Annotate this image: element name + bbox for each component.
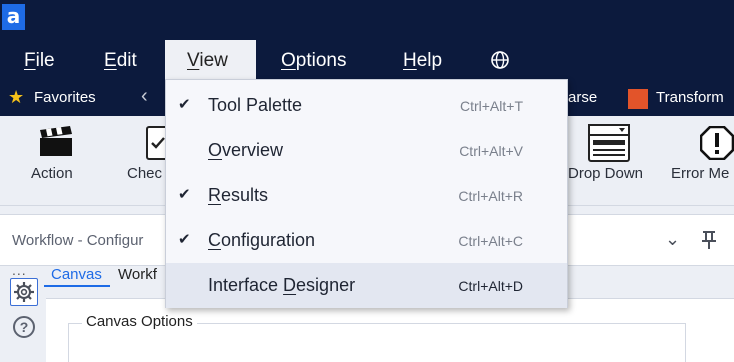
dropdown-tool[interactable]: Drop Down — [566, 116, 656, 206]
pane-title: Workflow - Configur — [12, 232, 144, 249]
settings-button[interactable] — [10, 278, 38, 306]
scroll-left-icon[interactable]: ‹ — [141, 85, 148, 108]
menu-item-tool-palette[interactable]: ✔ Tool Palette Ctrl+Alt+T — [166, 83, 567, 128]
menu-view[interactable]: View — [165, 40, 256, 80]
menu-item-shortcut: Ctrl+Alt+C — [458, 233, 523, 249]
view-menu-dropdown: ✔ Tool Palette Ctrl+Alt+T Overview Ctrl+… — [165, 79, 568, 308]
menu-item-label: Overview — [208, 140, 284, 160]
tab-canvas-indicator — [44, 285, 110, 287]
error-icon — [700, 126, 734, 160]
title-bar: a — [0, 0, 734, 40]
menu-item-label: Interface Designer — [208, 275, 356, 295]
tab-canvas[interactable]: Canvas — [51, 266, 102, 283]
transform-tab[interactable]: Transform — [656, 89, 724, 106]
check-label: Chec — [127, 165, 163, 182]
check-tool[interactable]: Chec — [124, 116, 168, 206]
pin-icon[interactable] — [698, 229, 720, 251]
star-icon: ★ — [8, 87, 25, 107]
help-icon[interactable]: ? — [13, 316, 35, 338]
menu-bar: File Edit View Options Help — [0, 40, 734, 80]
gear-icon — [14, 282, 34, 302]
menu-item-shortcut: Ctrl+Alt+D — [458, 278, 523, 294]
globe-icon[interactable] — [490, 50, 510, 70]
menu-item-shortcut: Ctrl+Alt+R — [458, 188, 523, 204]
menu-help[interactable]: Help — [403, 40, 442, 80]
clapperboard-icon — [40, 126, 72, 156]
menu-item-configuration[interactable]: ✔ Configuration Ctrl+Alt+C — [166, 218, 567, 263]
dropdown-icon — [588, 124, 630, 162]
parse-tab[interactable]: arse — [568, 89, 597, 106]
menu-item-shortcut: Ctrl+Alt+T — [459, 98, 523, 114]
check-icon: ✔ — [178, 186, 191, 203]
canvas-options-heading: Canvas Options — [82, 313, 197, 330]
menu-item-overview[interactable]: Overview Ctrl+Alt+V — [166, 128, 567, 173]
more-icon[interactable]: ... — [12, 262, 27, 278]
error-label: Error Me — [671, 165, 730, 182]
menu-item-label: Tool Palette — [208, 95, 303, 115]
menu-item-interface-designer[interactable]: Interface Designer Ctrl+Alt+D — [166, 263, 567, 308]
menu-item-label: Results — [208, 185, 269, 205]
menu-item-label: Configuration — [208, 230, 316, 250]
action-label: Action — [31, 165, 73, 182]
chevron-down-icon[interactable]: ⌄ — [665, 229, 680, 250]
menu-item-shortcut: Ctrl+Alt+V — [459, 143, 523, 159]
error-tool[interactable]: Error Me — [668, 116, 734, 206]
favorites-tab[interactable]: Favorites — [34, 89, 96, 106]
app-logo: a — [2, 4, 25, 30]
menu-item-results[interactable]: ✔ Results Ctrl+Alt+R — [166, 173, 567, 218]
dropdown-label: Drop Down — [568, 165, 644, 182]
action-tool[interactable]: Action — [28, 116, 84, 206]
menu-file[interactable]: File — [24, 40, 55, 80]
tab-workflow[interactable]: Workf — [118, 266, 157, 283]
transform-icon — [628, 89, 648, 109]
menu-edit[interactable]: Edit — [104, 40, 137, 80]
check-icon: ✔ — [178, 231, 191, 248]
menu-options[interactable]: Options — [281, 40, 346, 80]
check-icon: ✔ — [178, 96, 191, 113]
